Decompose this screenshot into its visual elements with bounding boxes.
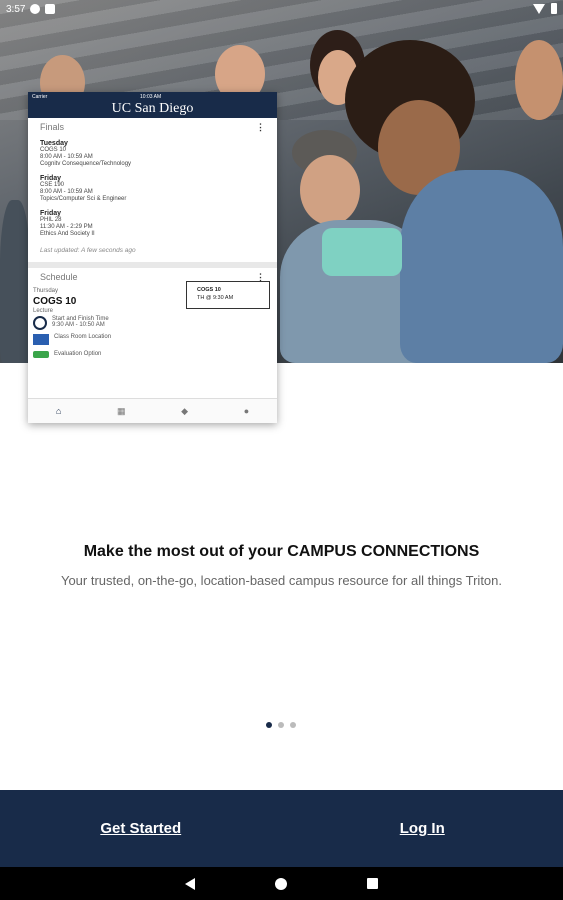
final-day: Friday xyxy=(40,175,62,182)
final-time: 11:30 AM - 2:29 PM xyxy=(40,224,93,230)
phone-mockup: Carrier 10:03 AM UC San Diego Finals ⋮ T… xyxy=(28,92,277,423)
schedule-title: Schedule xyxy=(40,272,78,282)
recent-apps-icon[interactable] xyxy=(367,878,378,889)
tooltip-course: COGS 10 xyxy=(197,287,221,293)
page-dot[interactable] xyxy=(278,722,284,728)
schedule-day: Thursday xyxy=(33,288,59,294)
home-button-icon[interactable] xyxy=(275,877,287,890)
final-item: Friday CSE 190 8:00 AM - 10:59 AM Topics… xyxy=(28,175,277,203)
schedule-time-row: Start and Finish Time 9:30 AM - 10:50 AM xyxy=(33,316,109,330)
notification-icon xyxy=(30,4,41,14)
final-name: Ethics And Society II xyxy=(40,231,95,237)
tooltip-time: TH @ 9:30 AM xyxy=(197,295,234,301)
battery-icon xyxy=(551,3,557,14)
get-started-button[interactable]: Get Started xyxy=(0,790,282,867)
finals-title: Finals xyxy=(40,122,65,132)
final-item: Friday PHIL 28 11:30 AM - 2:29 PM Ethics… xyxy=(28,210,277,238)
final-course: COGS 10 xyxy=(40,147,67,153)
phone-clock: 10:03 AM xyxy=(140,94,162,100)
final-name: Cognitv Consequence/Technology xyxy=(40,161,132,167)
map-icon: ▦ xyxy=(116,405,126,416)
onboarding-headline: Make the most out of your CAMPUS CONNECT… xyxy=(83,543,480,560)
wifi-icon xyxy=(533,3,545,14)
schedule-time: 9:30 AM - 10:50 AM xyxy=(52,322,105,328)
home-icon: ⌂ xyxy=(55,406,62,416)
bell-icon: ◆ xyxy=(181,405,189,416)
page-indicator xyxy=(266,722,296,728)
system-nav-bar xyxy=(0,867,563,900)
final-course: PHIL 28 xyxy=(40,217,62,223)
schedule-course: COGS 10 xyxy=(33,296,77,307)
final-course: CSE 190 xyxy=(40,182,65,188)
status-bar: 3:57 xyxy=(0,0,563,18)
profile-icon: ● xyxy=(243,406,250,416)
schedule-location-row: Class Room Location xyxy=(33,334,111,345)
clock-icon xyxy=(33,316,47,330)
back-icon[interactable] xyxy=(185,877,195,890)
schedule-evaluation-row: Evaluation Option xyxy=(33,351,101,358)
final-item: Tuesday COGS 10 8:00 AM - 10:59 AM Cogni… xyxy=(28,140,277,168)
more-icon: ⋮ xyxy=(256,122,265,132)
phone-tab-bar: ⌂ ▦ ◆ ● xyxy=(28,398,277,423)
final-time: 8:00 AM - 10:59 AM xyxy=(40,154,93,160)
page-dot[interactable] xyxy=(290,722,296,728)
final-name: Topics/Computer Sci & Engineer xyxy=(40,196,127,202)
phone-carrier: Carrier xyxy=(32,94,48,100)
schedule-card: Schedule ⋮ Thursday COGS 10 Lecture Star… xyxy=(28,268,277,366)
schedule-tooltip: COGS 10 TH @ 9:30 AM xyxy=(186,281,270,309)
final-day: Tuesday xyxy=(40,140,68,147)
page-dot-active[interactable] xyxy=(266,722,272,728)
final-time: 8:00 AM - 10:59 AM xyxy=(40,189,93,195)
evaluation-icon xyxy=(33,351,49,358)
finals-updated: Last updated: A few seconds ago xyxy=(40,247,136,254)
action-bar: Get Started Log In xyxy=(0,790,563,867)
building-icon xyxy=(33,334,49,345)
finals-card-header: Finals ⋮ xyxy=(28,118,277,133)
evaluation-label: Evaluation Option xyxy=(54,351,102,357)
ucsd-logo: UC San Diego xyxy=(111,101,194,116)
location-label: Class Room Location xyxy=(54,334,112,340)
log-in-button[interactable]: Log In xyxy=(282,790,563,867)
onboarding-subline: Your trusted, on-the-go, location-based … xyxy=(60,573,503,588)
final-day: Friday xyxy=(40,210,62,217)
phone-header: Carrier 10:03 AM UC San Diego xyxy=(28,92,277,118)
schedule-type: Lecture xyxy=(33,308,54,314)
status-time: 3:57 xyxy=(6,3,26,15)
notification-icon-2 xyxy=(45,4,56,14)
